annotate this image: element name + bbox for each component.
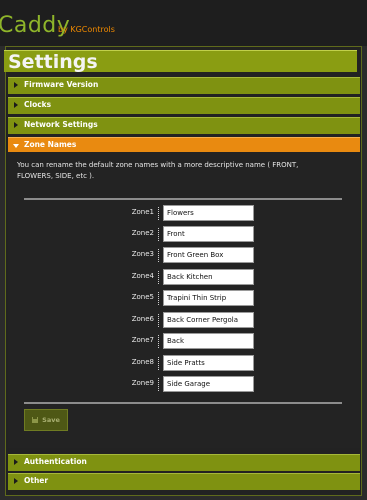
zone-separator xyxy=(158,249,159,262)
zone-names-description: You can rename the default zone names wi… xyxy=(17,161,299,180)
section-label: Zone Names xyxy=(24,140,77,149)
top-header: Caddy by KGControls xyxy=(0,0,367,46)
zone-7-name-input[interactable] xyxy=(163,333,254,349)
zone-1-name-input[interactable] xyxy=(163,205,254,221)
save-button[interactable]: Save xyxy=(24,409,68,431)
chevron-right-icon xyxy=(14,459,18,465)
divider-bottom xyxy=(24,402,342,404)
save-button-label: Save xyxy=(42,416,60,424)
chevron-right-icon xyxy=(14,102,18,108)
zone-row-9: Zone9 xyxy=(0,376,367,392)
section-authentication[interactable]: Authentication xyxy=(8,454,360,471)
zone-2-name-input[interactable] xyxy=(163,226,254,242)
section-label: Network Settings xyxy=(24,120,98,129)
zone-5-name-input[interactable] xyxy=(163,290,254,306)
zone-4-name-input[interactable] xyxy=(163,269,254,285)
divider-top xyxy=(24,198,342,200)
section-label: Authentication xyxy=(24,457,87,466)
chevron-right-icon xyxy=(14,122,18,128)
zone-row-6: Zone6 xyxy=(0,312,367,328)
zone-3-name-input[interactable] xyxy=(163,247,254,263)
chevron-down-icon xyxy=(13,144,19,148)
app-logo-byline: by KGControls xyxy=(58,25,115,34)
zone-label: Zone7 xyxy=(131,336,154,344)
section-clocks[interactable]: Clocks xyxy=(8,97,360,114)
section-network-settings[interactable]: Network Settings xyxy=(8,117,360,134)
zone-separator xyxy=(158,207,159,220)
zone-separator xyxy=(158,378,159,391)
zone-separator xyxy=(158,335,159,348)
section-other[interactable]: Other xyxy=(8,473,360,490)
zone-label: Zone9 xyxy=(131,379,154,387)
zone-label: Zone2 xyxy=(131,229,154,237)
chevron-right-icon xyxy=(14,478,18,484)
zone-separator xyxy=(158,314,159,327)
zone-row-8: Zone8 xyxy=(0,355,367,371)
settings-title-bar: Settings xyxy=(4,50,357,73)
section-label: Other xyxy=(24,476,49,485)
zone-row-4: Zone4 xyxy=(0,269,367,285)
page-title: Settings xyxy=(8,51,98,73)
zone-9-name-input[interactable] xyxy=(163,376,254,392)
zone-row-1: Zone1 xyxy=(0,205,367,221)
zone-row-5: Zone5 xyxy=(0,290,367,306)
zone-label: Zone6 xyxy=(131,315,154,323)
zone-label: Zone3 xyxy=(131,250,154,258)
zone-8-name-input[interactable] xyxy=(163,355,254,371)
section-firmware-version[interactable]: Firmware Version xyxy=(8,77,360,94)
zone-separator xyxy=(158,228,159,241)
zone-separator xyxy=(158,271,159,284)
zone-row-3: Zone3 xyxy=(0,247,367,263)
zone-label: Zone5 xyxy=(131,293,154,301)
chevron-right-icon xyxy=(14,82,18,88)
floppy-disk-icon xyxy=(32,417,39,423)
zone-row-7: Zone7 xyxy=(0,333,367,349)
zone-label: Zone4 xyxy=(131,272,154,280)
zone-label: Zone1 xyxy=(131,208,154,216)
zone-row-2: Zone2 xyxy=(0,226,367,242)
zone-label: Zone8 xyxy=(131,358,154,366)
section-label: Firmware Version xyxy=(24,80,99,89)
section-label: Clocks xyxy=(24,100,52,109)
zone-6-name-input[interactable] xyxy=(163,312,254,328)
zone-separator xyxy=(158,357,159,370)
zone-separator xyxy=(158,292,159,305)
